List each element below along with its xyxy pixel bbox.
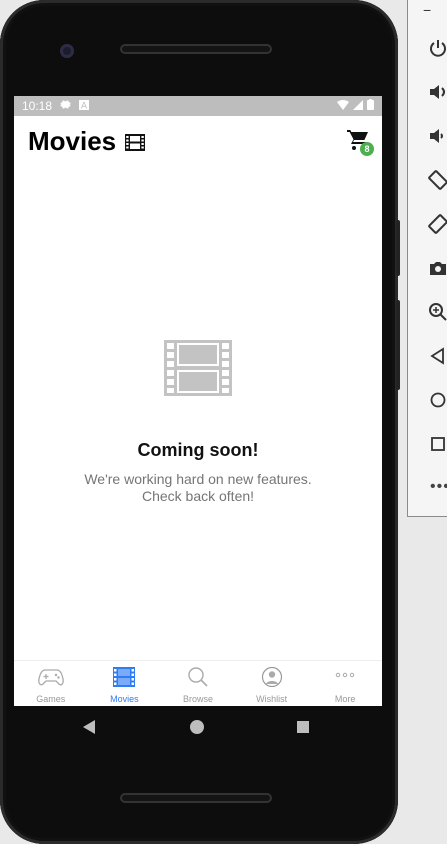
nav-overview-icon[interactable] <box>297 721 309 733</box>
phone-side-button <box>396 220 400 276</box>
page-title: Movies <box>28 126 117 156</box>
tab-games[interactable]: Games <box>14 661 88 706</box>
film-icon <box>125 134 145 156</box>
tab-more[interactable]: More <box>308 661 382 706</box>
more-dots-icon <box>334 667 356 692</box>
zoom-icon[interactable] <box>428 302 447 324</box>
bottom-tab-bar: Games Movies Browse Wishlist More <box>14 660 382 706</box>
overview-icon[interactable] <box>428 434 447 456</box>
volume-up-icon[interactable] <box>428 82 447 104</box>
signal-icon <box>353 99 363 113</box>
battery-icon <box>367 99 374 113</box>
tab-label: More <box>334 694 356 704</box>
rotate-left-icon[interactable] <box>428 170 447 192</box>
status-time: 10:18 <box>22 99 53 113</box>
camera-icon[interactable] <box>428 258 447 280</box>
home-icon[interactable] <box>428 390 447 412</box>
empty-state-title: Coming soon! <box>137 440 259 460</box>
search-icon <box>187 667 209 692</box>
phone-frame: 10:18 A Movies 8 Coming soon! We're work… <box>0 0 398 844</box>
empty-state-message-line: Check back often! <box>141 488 255 504</box>
tab-browse[interactable]: Browse <box>161 661 235 706</box>
rotate-right-icon[interactable] <box>428 214 447 236</box>
svg-text:A: A <box>81 101 88 110</box>
emulator-control-panel: − ••• <box>407 0 447 517</box>
tab-movies[interactable]: Movies <box>88 661 162 706</box>
earpiece-speaker <box>120 44 272 54</box>
tab-label: Browse <box>182 694 213 704</box>
tab-label: Movies <box>110 694 139 704</box>
film-icon <box>164 340 232 401</box>
film-icon <box>113 667 136 692</box>
minimize-icon[interactable]: − <box>423 2 431 18</box>
back-icon[interactable] <box>428 346 447 368</box>
nav-home-icon[interactable] <box>190 720 204 734</box>
settings-icon <box>60 99 71 113</box>
wifi-icon <box>337 99 349 113</box>
tab-label: Wishlist <box>256 694 288 704</box>
phone-side-button <box>396 300 400 390</box>
tab-wishlist[interactable]: Wishlist <box>235 661 309 706</box>
power-icon[interactable] <box>428 38 447 60</box>
volume-down-icon[interactable] <box>428 126 447 148</box>
tab-label: Games <box>36 694 66 704</box>
app-screen: 10:18 A Movies 8 Coming soon! We're work… <box>14 96 382 706</box>
empty-state-message-line: We're working hard on new features. <box>84 471 312 487</box>
gamepad-icon <box>37 667 64 692</box>
cart-count-badge: 8 <box>360 142 374 156</box>
avatar-icon <box>261 666 283 692</box>
more-icon[interactable]: ••• <box>430 478 447 496</box>
bottom-speaker <box>120 793 272 803</box>
nav-back-icon[interactable] <box>82 720 96 739</box>
status-bar: 10:18 A <box>14 96 382 116</box>
front-camera <box>60 44 74 58</box>
app-header: Movies 8 <box>14 116 382 166</box>
empty-state-message: We're working hard on new features. Chec… <box>14 471 382 505</box>
a-icon: A <box>79 99 90 113</box>
